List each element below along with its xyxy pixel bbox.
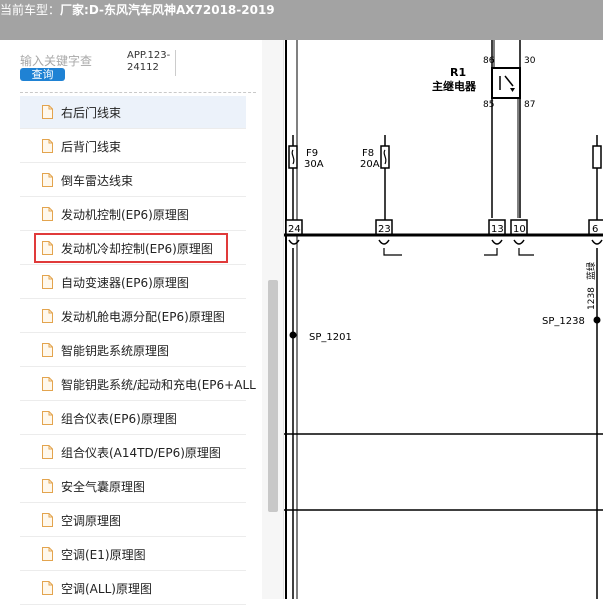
list-item[interactable]: 发动机冷却控制(EP6)原理图	[20, 232, 246, 265]
fuse-name: F9	[306, 148, 318, 159]
list-item-label: 智能钥匙系统/起动和充电(EP6+ALL	[61, 377, 256, 392]
connector-label: 23	[378, 224, 391, 235]
splice-point	[289, 331, 297, 339]
relay-pin-label: 30	[524, 56, 536, 66]
fuse-rating: 30A	[304, 159, 324, 170]
connector-label: 24	[288, 224, 301, 235]
file-icon	[42, 479, 53, 493]
list-item-label: 空调(E1)原理图	[61, 547, 146, 562]
file-icon	[42, 173, 53, 187]
splice-label: SP_1238	[542, 316, 585, 327]
sidebar: 查询 APP.123-24112 右后门线束 后背门线束 倒车雷达线束 发动机控…	[0, 40, 284, 605]
file-icon	[42, 207, 53, 221]
file-icon	[42, 343, 53, 357]
connector-label: 13	[491, 224, 504, 235]
list-item-label: 发动机控制(EP6)原理图	[61, 207, 189, 222]
file-icon	[42, 275, 53, 289]
fuse-name: F8	[362, 148, 374, 159]
file-icon	[42, 309, 53, 323]
list-item[interactable]: 安全气囊原理图	[20, 470, 246, 503]
file-icon	[42, 581, 53, 595]
scrollbar-thumb[interactable]	[268, 280, 278, 512]
vehicle-model-title: 当前车型：厂家:D-东风汽车风神AX72018-2019	[0, 1, 275, 19]
list-item[interactable]: 空调原理图	[20, 504, 246, 537]
relay-name: R1	[450, 66, 466, 79]
list-item-label: 空调原理图	[61, 513, 122, 528]
relay-pin-label: 85	[483, 100, 494, 110]
splice-point	[593, 316, 601, 324]
relay-description: 主继电器	[432, 79, 477, 93]
wiring-diagram[interactable]: 86 30 85 87 R1 主继电器 F9 30A F8 20A 24 23 …	[284, 40, 603, 599]
list-item-label: 组合仪表(EP6)原理图	[61, 411, 177, 426]
list-item-label: 发动机舱电源分配(EP6)原理图	[61, 309, 225, 324]
connector-label: 6	[592, 224, 598, 235]
wire-label: 1238	[587, 287, 597, 310]
relay-pin-label: 86	[483, 56, 495, 66]
fuse-rating: 20A	[360, 159, 380, 170]
list-item-label: 后背门线束	[61, 139, 122, 154]
file-icon	[42, 139, 53, 153]
list-item[interactable]: 空调(ALL)原理图	[20, 572, 246, 605]
list-item-label: 自动变速器(EP6)原理图	[61, 275, 189, 290]
list-item[interactable]: 空调(E1)原理图	[20, 538, 246, 571]
list-item-label: 安全气囊原理图	[61, 479, 146, 494]
wire-label: 蓝绿	[585, 262, 597, 280]
list-item-label: 右后门线束	[61, 105, 122, 120]
vehicle-model-label: 当前车型：	[0, 3, 61, 17]
file-icon	[42, 513, 53, 527]
list-item[interactable]: 组合仪表(EP6)原理图	[20, 402, 246, 435]
list-item[interactable]: 发动机舱电源分配(EP6)原理图	[20, 300, 246, 333]
vehicle-model-value: 厂家:D-东风汽车风神AX72018-2019	[60, 3, 275, 17]
list-item-label: 倒车雷达线束	[61, 173, 134, 188]
file-icon	[42, 547, 53, 561]
splice-label: SP_1201	[309, 332, 352, 343]
top-bar: 当前车型：厂家:D-东风汽车风神AX72018-2019	[0, 0, 603, 40]
list-item-label: 组合仪表(A14TD/EP6)原理图	[61, 445, 221, 460]
sidebar-scrollbar[interactable]	[262, 40, 283, 599]
list-item[interactable]: 智能钥匙系统/起动和充电(EP6+ALL	[20, 368, 256, 401]
file-icon	[42, 377, 53, 391]
list-item[interactable]: 后背门线束	[20, 130, 246, 163]
relay-symbol	[491, 67, 521, 99]
search-button[interactable]: 查询	[20, 68, 65, 81]
list-item[interactable]: 发动机控制(EP6)原理图	[20, 198, 246, 231]
document-list: 右后门线束 后背门线束 倒车雷达线束 发动机控制(EP6)原理图 发动机冷却控制…	[20, 96, 256, 606]
list-item[interactable]: 右后门线束	[20, 96, 246, 129]
app-version: APP.123-24112	[127, 50, 176, 76]
list-item[interactable]: 组合仪表(A14TD/EP6)原理图	[20, 436, 246, 469]
list-item-label: 智能钥匙系统原理图	[61, 343, 170, 358]
divider	[20, 92, 256, 93]
connector-label: 10	[513, 224, 526, 235]
list-item[interactable]: 倒车雷达线束	[20, 164, 246, 197]
list-item[interactable]: 智能钥匙系统原理图	[20, 334, 246, 367]
file-icon	[42, 241, 53, 255]
list-item[interactable]: 自动变速器(EP6)原理图	[20, 266, 246, 299]
list-item-label: 空调(ALL)原理图	[61, 581, 152, 596]
file-icon	[42, 445, 53, 459]
list-item-label: 发动机冷却控制(EP6)原理图	[61, 241, 213, 256]
relay-pin-label: 87	[524, 100, 535, 110]
file-icon	[42, 411, 53, 425]
wiring-diagram-svg: 86 30 85 87 R1 主继电器 F9 30A F8 20A 24 23 …	[284, 40, 603, 599]
file-icon	[42, 105, 53, 119]
